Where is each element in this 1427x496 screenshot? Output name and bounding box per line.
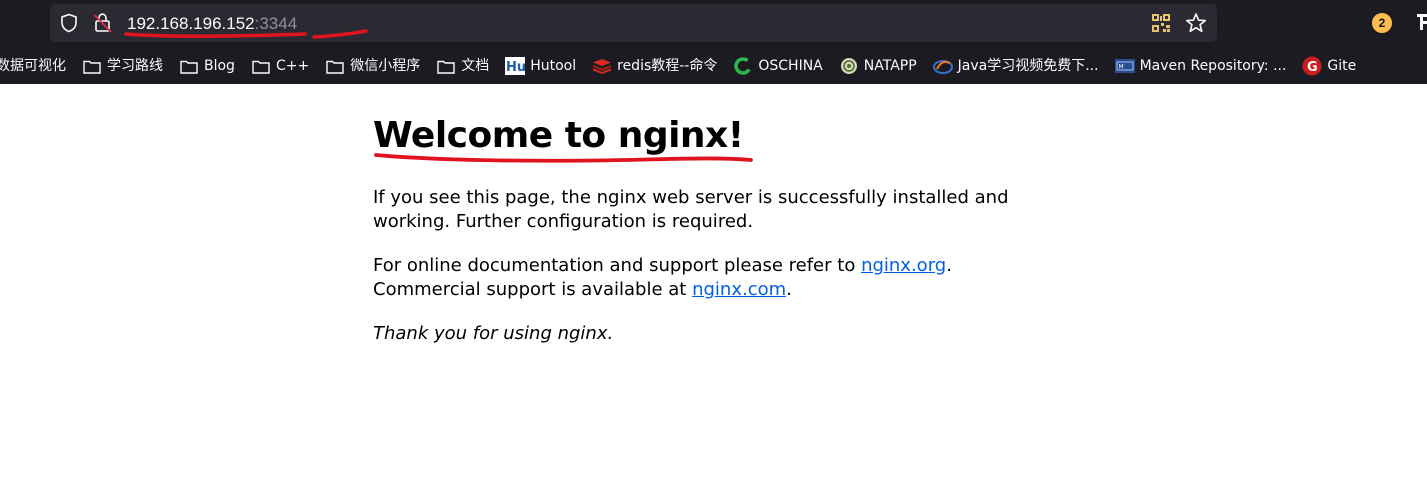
- bookmark-label: Gite: [1327, 58, 1357, 74]
- folder-icon: [436, 57, 456, 75]
- commercial-period: .: [786, 279, 792, 300]
- url-port: :3344: [254, 14, 298, 33]
- natapp-icon: [839, 57, 859, 75]
- svg-text:Hu: Hu: [506, 60, 525, 75]
- folder-icon: [325, 57, 345, 75]
- commercial-text: Commercial support is available at: [373, 279, 693, 300]
- bookmark-label: Blog: [204, 58, 235, 74]
- hutool-icon: Hu: [505, 57, 526, 75]
- bookmark-star-icon[interactable]: [1184, 4, 1208, 42]
- shield-icon[interactable]: [58, 4, 80, 42]
- bookmark-folder[interactable]: 微信小程序: [325, 52, 420, 80]
- url-host: 192.168.196.152: [127, 14, 255, 33]
- bookmark-label: 文档: [461, 58, 490, 74]
- bookmark-label: Hutool: [530, 58, 577, 74]
- bookmark-oschina[interactable]: OSCHINA: [733, 52, 823, 80]
- oschina-icon: [733, 57, 753, 75]
- bookmark-label: Maven Repository: ...: [1139, 58, 1287, 74]
- bookmark-gitee[interactable]: G Gite: [1302, 52, 1356, 80]
- lock-insecure-icon[interactable]: [92, 4, 114, 42]
- page-content: Welcome to nginx! If you see this page, …: [373, 112, 1013, 346]
- maven-icon: M: [1114, 57, 1135, 75]
- folder-icon: [251, 57, 271, 75]
- redis-icon: [592, 57, 612, 75]
- bookmark-redis[interactable]: redis教程--命令: [592, 52, 717, 80]
- support-text: For online documentation and support ple…: [373, 255, 862, 276]
- thanks-text: Thank you for using nginx.: [373, 323, 614, 344]
- folder-icon: [82, 57, 102, 75]
- extension-icon[interactable]: [1414, 10, 1427, 34]
- svg-text:M: M: [1118, 64, 1123, 71]
- bookmark-label: Java学习视频免费下...: [957, 58, 1099, 74]
- bookmark-hutool[interactable]: Hu Hutool: [505, 52, 576, 80]
- bookmark-label: 学习路线: [107, 58, 163, 74]
- url-text[interactable]: 192.168.196.152:3344: [127, 13, 297, 35]
- page-title: Welcome to nginx!: [373, 112, 1013, 163]
- svg-text:G: G: [1307, 60, 1318, 75]
- bookmark-label: C++: [275, 58, 310, 74]
- bookmark-label: 微信小程序: [350, 58, 421, 74]
- bookmark-folder[interactable]: C++: [251, 52, 309, 80]
- qr-code-icon[interactable]: [1150, 4, 1172, 42]
- bookmark-label: redis教程--命令: [617, 58, 718, 74]
- bookmark-folder[interactable]: Blog: [179, 52, 235, 80]
- address-bar[interactable]: 192.168.196.152:3344: [50, 4, 1217, 42]
- bookmark-label: OSCHINA: [758, 58, 823, 74]
- bookmark-label: NATAPP: [863, 58, 917, 74]
- support-period: .: [946, 255, 952, 276]
- bookmark-folder[interactable]: 文档: [436, 52, 489, 80]
- bookmark-label: 数据可视化: [0, 58, 66, 74]
- bookmark-java[interactable]: Java学习视频免费下...: [932, 52, 1099, 80]
- bookmarks-toolbar: 数据可视化 学习路线 Blog C++ 微信小程序 文档 Hu Hutool r: [0, 50, 1427, 82]
- bookmark-folder[interactable]: 学习路线: [82, 52, 163, 80]
- support-paragraph: For online documentation and support ple…: [373, 254, 1013, 302]
- nginx-com-link[interactable]: nginx.com: [692, 279, 786, 300]
- java-icon: [932, 57, 953, 75]
- folder-icon: [179, 57, 199, 75]
- nginx-org-link[interactable]: nginx.org: [861, 255, 946, 276]
- browser-chrome: 192.168.196.152:3344 2 数据可视化 学习路线 Blog C…: [0, 0, 1427, 84]
- bookmark-item[interactable]: 数据可视化: [0, 52, 66, 80]
- notification-badge[interactable]: 2: [1372, 13, 1392, 33]
- page-title-text: Welcome to nginx!: [373, 115, 744, 156]
- gitee-icon: G: [1302, 56, 1322, 76]
- bookmark-maven[interactable]: M Maven Repository: ...: [1114, 52, 1287, 80]
- intro-paragraph: If you see this page, the nginx web serv…: [373, 187, 1009, 232]
- bookmark-natapp[interactable]: NATAPP: [839, 52, 917, 80]
